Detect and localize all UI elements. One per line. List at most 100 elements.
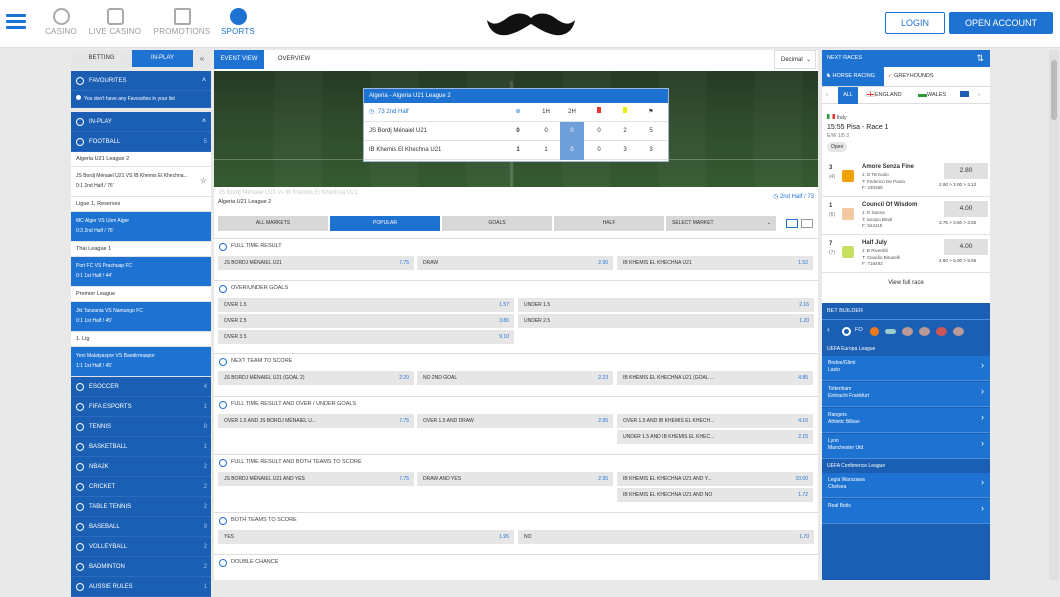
chevron-right-icon[interactable]: › bbox=[978, 87, 980, 104]
odds-button[interactable]: UNDER 1.5 2.16 bbox=[518, 298, 814, 312]
odds-format-select[interactable]: Decimal ⌄ bbox=[774, 50, 816, 69]
chevron-left-icon[interactable]: ‹ bbox=[827, 325, 830, 334]
sidebar-item-sport[interactable]: NBA2K 2 bbox=[71, 457, 211, 477]
sidebar-item-sport[interactable]: BASEBALL 9 bbox=[71, 517, 211, 537]
football-icon[interactable] bbox=[842, 327, 851, 336]
odds-button[interactable]: IB KHEMIS EL KHECHNA U21 AND NO 1.72 bbox=[617, 488, 813, 502]
page-scrollbar[interactable] bbox=[1049, 50, 1059, 580]
favourite-star-icon[interactable]: ☆ bbox=[200, 176, 207, 186]
filter-scotland[interactable] bbox=[960, 87, 969, 104]
market-section-header[interactable]: FULL TIME RESULT AND BOTH TEAMS TO SCORE bbox=[214, 454, 818, 469]
nav-live-casino[interactable]: LIVE CASINO bbox=[87, 8, 143, 38]
league-header[interactable]: Ligue 1, Reserves bbox=[71, 197, 211, 212]
menu-icon[interactable] bbox=[6, 11, 26, 35]
competition-header[interactable]: UEFA Europa League bbox=[822, 343, 990, 355]
odds-button[interactable]: OVER 2.5 3.80 bbox=[218, 314, 514, 328]
odds-button[interactable]: IB KHEMIS EL KHECHNA U21 (GOAL ... 4.85 bbox=[617, 371, 813, 385]
gaelic-icon[interactable] bbox=[953, 327, 964, 336]
sidebar-item-sport[interactable]: VOLLEYBALL 2 bbox=[71, 537, 211, 557]
tab-greyhounds[interactable]: ➶ GREYHOUNDS bbox=[888, 67, 948, 86]
sidebar-item-sport[interactable]: FIFA ESPORTS 1 bbox=[71, 397, 211, 417]
live-match-item[interactable]: MC Alger VS Usm Alger 0:3 2nd Half / 76' bbox=[71, 212, 211, 242]
sort-icon[interactable]: ⇅ bbox=[976, 50, 984, 67]
league-header[interactable]: Thai League 1 bbox=[71, 242, 211, 257]
league-header[interactable]: Algeria U21 League 2 bbox=[71, 152, 211, 167]
market-section-header[interactable]: FULL TIME RESULT bbox=[214, 238, 818, 253]
market-section-header[interactable]: BOTH TEAMS TO SCORE bbox=[214, 512, 818, 527]
select-market-dropdown[interactable]: SELECT MARKET ⌄ bbox=[666, 216, 776, 231]
sidebar-item-sport[interactable]: ESOCCER 4 bbox=[71, 377, 211, 397]
nav-casino[interactable]: CASINO bbox=[42, 8, 80, 38]
market-section-header[interactable]: NEXT TEAM TO SCORE bbox=[214, 353, 818, 368]
rugby-icon[interactable] bbox=[902, 327, 913, 336]
bet-builder-match[interactable]: Tottenham Eintracht Frankfurt › bbox=[822, 382, 990, 407]
league-header[interactable]: Premier League bbox=[71, 287, 211, 302]
hockey-icon[interactable] bbox=[885, 329, 896, 334]
league-header[interactable]: 1. Lig bbox=[71, 332, 211, 347]
chevron-left-icon[interactable]: ‹ bbox=[826, 87, 828, 104]
view-full-race-link[interactable]: View full race bbox=[822, 280, 990, 286]
sidebar-item-football[interactable]: FOOTBALL 5 bbox=[71, 132, 211, 152]
market-goals[interactable]: GOALS bbox=[442, 216, 552, 231]
live-match-item[interactable]: Yeni Malatyaspor VS Bandirmaspor 1:1 1st … bbox=[71, 347, 211, 377]
odds-button[interactable]: IB KHEMIS EL KHECHNA U21 AND Y... 10.00 bbox=[617, 472, 813, 486]
open-account-button[interactable]: OPEN ACCOUNT bbox=[949, 12, 1053, 34]
collapse-sidebar-icon[interactable]: « bbox=[193, 50, 211, 67]
odds-button[interactable]: JS BORDJ MÉNAIEL U21 AND YES 7.75 bbox=[218, 472, 414, 486]
afl-icon[interactable] bbox=[919, 327, 930, 336]
sidebar-item-sport[interactable]: AUSSIE RULES 1 bbox=[71, 577, 211, 597]
bet-builder-match[interactable]: Legia Warszawa Chelsea › bbox=[822, 473, 990, 498]
live-match-item[interactable]: Port FC VS Prachuap FC 0:1 1st Half / 44' bbox=[71, 257, 211, 287]
tab-event-view[interactable]: EVENT VIEW bbox=[214, 50, 264, 69]
filter-england[interactable]: ENGLAND bbox=[866, 87, 902, 104]
american-football-icon[interactable] bbox=[936, 327, 947, 336]
runner-price-button[interactable]: 2.80 bbox=[944, 163, 988, 179]
tab-betting[interactable]: BETTING bbox=[71, 50, 132, 67]
market-half[interactable]: HALF bbox=[554, 216, 664, 231]
odds-button[interactable]: OVER 1.5 AND DRAW 2.95 bbox=[417, 414, 613, 428]
nav-sports[interactable]: SPORTS bbox=[219, 8, 257, 38]
odds-button[interactable]: JS BORDJ MÉNAIEL U21 7.75 bbox=[218, 256, 414, 270]
market-section-header[interactable]: FULL TIME RESULT AND OVER / UNDER GOALS bbox=[214, 396, 818, 411]
odds-button[interactable]: NO 1.70 bbox=[518, 530, 814, 544]
filter-wales[interactable]: WALES bbox=[918, 87, 946, 104]
odds-button[interactable]: UNDER 2.5 1.20 bbox=[518, 314, 814, 328]
layout-list-icon[interactable] bbox=[786, 219, 798, 228]
bet-builder-match[interactable]: Rangers Athletic Bilbao › bbox=[822, 408, 990, 433]
odds-button[interactable]: YES 1.95 bbox=[218, 530, 514, 544]
bet-builder-match[interactable]: Bodoe/Glimt Lazio › bbox=[822, 356, 990, 381]
odds-button[interactable]: OVER 1.5 1.57 bbox=[218, 298, 514, 312]
nav-promotions[interactable]: PROMOTIONS bbox=[151, 8, 213, 38]
runner-price-button[interactable]: 4.00 bbox=[944, 201, 988, 217]
live-match-item[interactable]: JS Bordj Ménaiel U21 VS IB Khemis El Khe… bbox=[71, 167, 211, 197]
odds-button[interactable]: JS BORDJ MÉNAIEL U21 (GOAL 2) 2.20 bbox=[218, 371, 414, 385]
favourites-header[interactable]: FAVOURITES ˄ bbox=[71, 71, 211, 91]
odds-button[interactable]: IB KHEMIS EL KHECHNA U21 1.52 bbox=[617, 256, 813, 270]
sidebar-item-sport[interactable]: TABLE TENNIS 2 bbox=[71, 497, 211, 517]
layout-grid-icon[interactable] bbox=[801, 219, 813, 228]
tab-overview[interactable]: OVERVIEW bbox=[266, 50, 322, 69]
odds-button[interactable]: NO 2ND GOAL 2.23 bbox=[417, 371, 613, 385]
sidebar-item-sport[interactable]: BASKETBALL 1 bbox=[71, 437, 211, 457]
live-match-item[interactable]: Jkt Tanzania VS Namungo FC 0:1 1st Half /… bbox=[71, 302, 211, 332]
bet-builder-match[interactable]: Real Betis › bbox=[822, 499, 990, 524]
in-play-header[interactable]: IN-PLAY ˄ bbox=[71, 112, 211, 132]
odds-button[interactable]: UNDER 1.5 AND IB KHEMIS EL KHEC... 2.15 bbox=[617, 430, 813, 444]
odds-button[interactable]: OVER 1.5 AND IB KHEMIS EL KHECH... 4.10 bbox=[617, 414, 813, 428]
bet-builder-match[interactable]: Lyon Manchester Utd › bbox=[822, 434, 990, 459]
odds-button[interactable]: OVER 1.5 AND JS BORDJ MÉNAIEL U... 7.75 bbox=[218, 414, 414, 428]
basketball-icon[interactable] bbox=[870, 327, 879, 336]
market-all[interactable]: ALL MARKETS bbox=[218, 216, 328, 231]
tab-horse-racing[interactable]: ♞ HORSE RACING bbox=[822, 67, 884, 86]
market-popular[interactable]: POPULAR bbox=[330, 216, 440, 231]
login-button[interactable]: LOGIN bbox=[885, 12, 945, 34]
market-section-header[interactable]: DOUBLE CHANCE bbox=[214, 554, 818, 569]
sidebar-item-sport[interactable]: BADMINTON 2 bbox=[71, 557, 211, 577]
odds-button[interactable]: OVER 3.5 9.10 bbox=[218, 330, 514, 344]
odds-button[interactable]: DRAW 2.90 bbox=[417, 256, 613, 270]
market-section-header[interactable]: OVER/UNDER GOALS bbox=[214, 280, 818, 295]
tab-in-play[interactable]: IN-PLAY bbox=[132, 50, 193, 67]
competition-header[interactable]: UEFA Conference League bbox=[822, 460, 990, 472]
moustache-logo[interactable] bbox=[485, 8, 577, 42]
sidebar-item-sport[interactable]: CRICKET 2 bbox=[71, 477, 211, 497]
